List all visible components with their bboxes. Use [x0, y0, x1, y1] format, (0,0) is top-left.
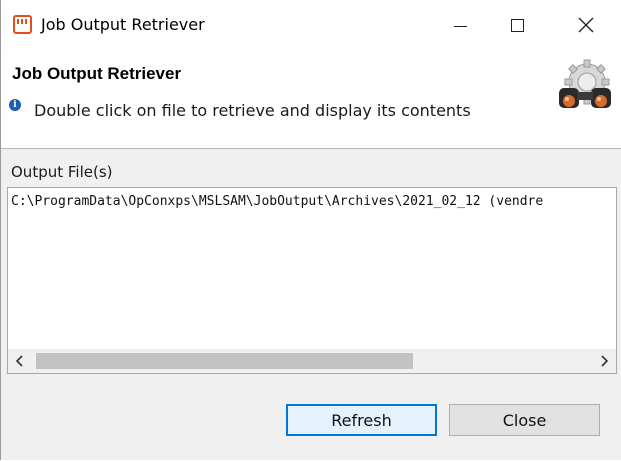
minimize-button[interactable]	[437, 0, 483, 50]
maximize-button[interactable]	[494, 0, 540, 50]
dialog-header: Job Output Retriever i Double click on f…	[1, 50, 621, 149]
refresh-button[interactable]: Refresh	[286, 404, 437, 436]
window-title: Job Output Retriever	[41, 15, 205, 34]
scroll-left-button[interactable]	[8, 349, 32, 373]
close-button[interactable]: Close	[449, 404, 600, 436]
close-icon	[578, 17, 594, 33]
info-icon: i	[9, 99, 21, 111]
output-files-list[interactable]: C:\ProgramData\OpConxps\MSLSAM\JobOutput…	[7, 187, 617, 374]
gear-binoculars-icon	[559, 59, 611, 108]
minimize-icon	[453, 25, 467, 27]
chevron-right-icon	[601, 355, 608, 367]
chevron-left-icon	[16, 355, 23, 367]
close-window-button[interactable]	[563, 0, 609, 50]
scroll-thumb[interactable]	[36, 353, 413, 369]
list-item[interactable]: C:\ProgramData\OpConxps\MSLSAM\JobOutput…	[11, 194, 543, 209]
horizontal-scrollbar[interactable]	[8, 349, 616, 373]
app-window-icon	[13, 15, 32, 34]
dialog-window: Job Output Retriever Job Output Retrieve…	[0, 0, 621, 460]
scroll-right-button[interactable]	[592, 349, 616, 373]
title-bar[interactable]: Job Output Retriever	[1, 0, 621, 50]
dialog-body: Output File(s) C:\ProgramData\OpConxps\M…	[1, 149, 621, 460]
info-message: Double click on file to retrieve and dis…	[34, 101, 471, 120]
maximize-icon	[510, 18, 524, 32]
output-files-label: Output File(s)	[11, 163, 113, 181]
dialog-title: Job Output Retriever	[12, 64, 182, 83]
